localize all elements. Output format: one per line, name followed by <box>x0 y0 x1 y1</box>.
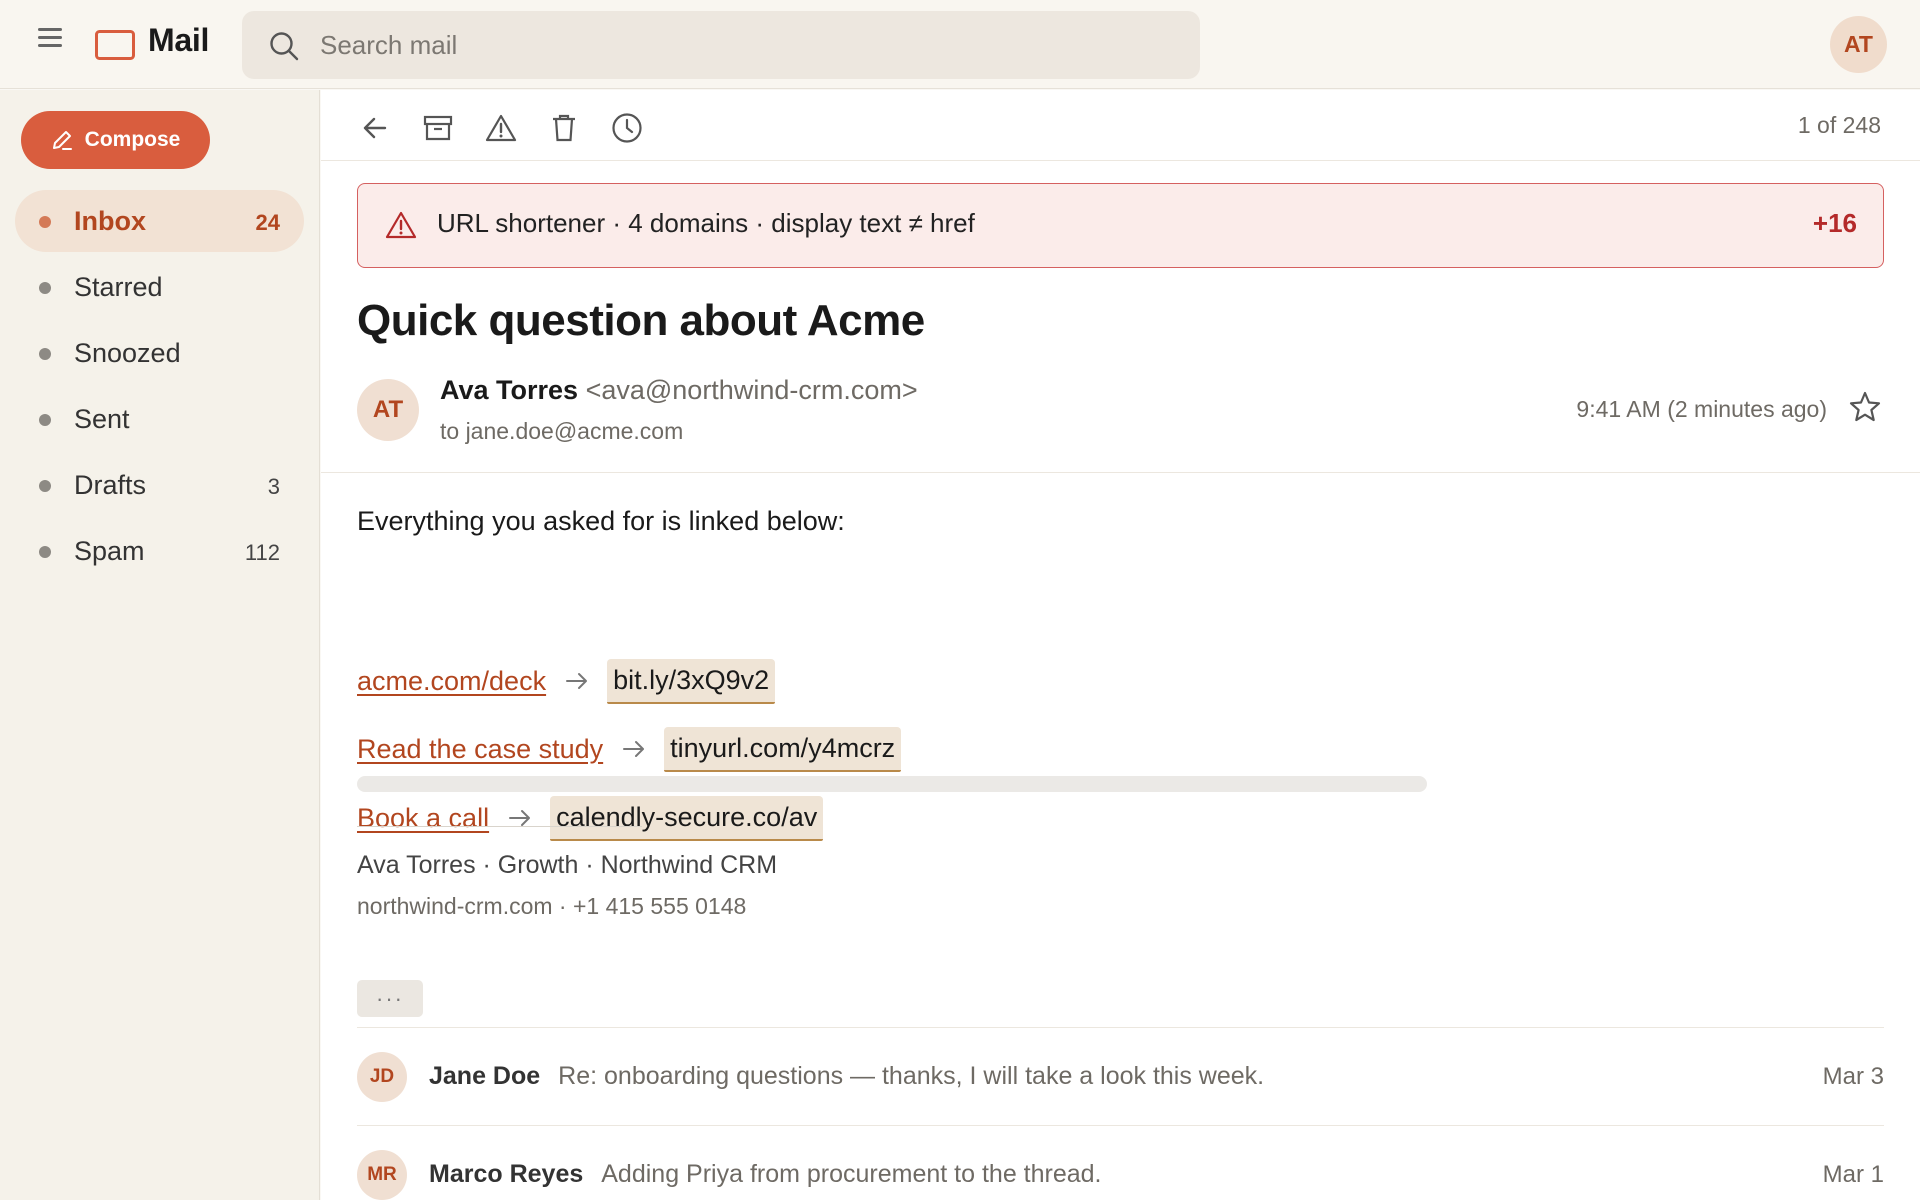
nav-dot <box>39 414 51 426</box>
sidebar-item-label: Drafts <box>74 470 147 500</box>
body-intro: Everything you asked for is linked below… <box>357 506 845 536</box>
message-view: 1 of 248 URL shortener · 4 domains · dis… <box>321 90 1920 1200</box>
star-icon[interactable] <box>1848 390 1882 424</box>
show-trimmed-content-button[interactable]: ··· <box>357 980 423 1017</box>
search-icon <box>270 32 299 61</box>
actual-href: tinyurl.com/y4mcrz <box>664 726 902 772</box>
thread-sender: Jane Doe <box>429 1062 541 1090</box>
sidebar-item-label: Starred <box>74 272 163 302</box>
spam-count: 112 <box>244 540 280 565</box>
arrow-right-icon <box>623 740 645 758</box>
link-row: Read the case study tinyurl.com/y4mcrz <box>357 724 902 774</box>
sidebar: Compose Inbox 24 Starred Snoozed Sent Dr… <box>0 90 320 1200</box>
menu-icon[interactable] <box>34 24 66 52</box>
body-link[interactable]: acme.com/deck <box>357 666 546 697</box>
nav-dot <box>39 480 51 492</box>
warning-text: URL shortener · 4 domains · display text… <box>437 208 975 238</box>
risk-score: +16 <box>1812 208 1857 238</box>
back-icon[interactable] <box>357 110 393 146</box>
sender-line: Ava Torres <ava@northwind-crm.com> <box>440 375 918 406</box>
body-link[interactable]: Read the case study <box>357 734 603 765</box>
thread-message-row[interactable]: JD Jane Doe Re: onboarding questions — th… <box>357 1047 1884 1107</box>
message-subject: Quick question about Acme <box>357 296 925 345</box>
snooze-clock-icon[interactable] <box>609 110 645 146</box>
nav-dot <box>39 282 51 294</box>
drafts-count: 3 <box>267 474 280 499</box>
divider <box>357 1027 1884 1028</box>
arrow-right-icon <box>509 809 531 827</box>
avatar: MR <box>357 1150 407 1200</box>
loading-placeholder-bar <box>357 776 1427 792</box>
signature-divider <box>357 826 642 827</box>
sidebar-item-label: Inbox <box>74 206 146 236</box>
arrow-right-icon <box>566 672 588 690</box>
sender-name: Ava Torres <box>440 375 579 405</box>
sidebar-item-spam[interactable]: Spam 112 <box>15 520 304 582</box>
sidebar-item-label: Snoozed <box>74 338 181 368</box>
body-link[interactable]: Book a call <box>357 803 489 834</box>
phishing-warning-banner: URL shortener · 4 domains · display text… <box>357 183 1884 268</box>
thread-summary: Jane Doe Re: onboarding questions — thank… <box>429 1062 1264 1091</box>
warning-icon <box>385 211 417 239</box>
thread-date: Mar 1 <box>1822 1161 1884 1188</box>
delete-icon[interactable] <box>546 110 582 146</box>
search-input[interactable] <box>320 25 1180 65</box>
link-row: acme.com/deck bit.ly/3xQ9v2 <box>357 656 776 706</box>
compose-button[interactable]: Compose <box>21 111 210 169</box>
thread-summary: Marco Reyes Adding Priya from procurement… <box>429 1160 1102 1189</box>
divider <box>321 472 1920 473</box>
app-title: Mail <box>148 22 210 58</box>
thread-snippet: Re: onboarding questions — thanks, I wil… <box>558 1062 1265 1090</box>
actual-href: bit.ly/3xQ9v2 <box>607 658 776 704</box>
sidebar-item-drafts[interactable]: Drafts 3 <box>15 454 304 516</box>
archive-icon[interactable] <box>420 110 456 146</box>
account-avatar[interactable]: AT <box>1830 16 1887 73</box>
sidebar-item-sent[interactable]: Sent <box>15 388 304 450</box>
recipient-line: to jane.doe@acme.com <box>440 418 684 444</box>
signature-line: Ava Torres · Growth · Northwind CRM <box>357 851 778 879</box>
link-row: Book a call calendly-secure.co/av <box>357 793 824 843</box>
thread-sender: Marco Reyes <box>429 1160 584 1188</box>
search-bar[interactable] <box>242 11 1200 79</box>
sender-email: <ava@northwind-crm.com> <box>585 375 918 405</box>
top-bar: Mail AT <box>0 0 1920 89</box>
nav-dot <box>39 216 51 228</box>
thread-snippet: Adding Priya from procurement to the thr… <box>601 1160 1102 1188</box>
sidebar-item-inbox[interactable]: Inbox 24 <box>15 190 304 252</box>
mail-logo-icon <box>95 30 135 60</box>
signature-contact: northwind-crm.com · +1 415 555 0148 <box>357 893 747 919</box>
report-spam-icon[interactable] <box>483 110 519 146</box>
sidebar-item-snoozed[interactable]: Snoozed <box>15 322 304 384</box>
divider <box>357 1125 1884 1126</box>
pencil-icon <box>52 131 72 150</box>
nav-dot <box>39 546 51 558</box>
nav-dot <box>39 348 51 360</box>
actual-href: calendly-secure.co/av <box>550 795 824 841</box>
message-toolbar: 1 of 248 <box>321 90 1920 161</box>
compose-label: Compose <box>84 128 181 151</box>
avatar: JD <box>357 1052 407 1102</box>
thread-date: Mar 3 <box>1822 1063 1884 1090</box>
pagination-count: 1 of 248 <box>1797 112 1881 138</box>
unread-count: 24 <box>255 210 280 235</box>
thread-message-row[interactable]: MR Marco Reyes Adding Priya from procurem… <box>357 1145 1884 1200</box>
sidebar-item-label: Sent <box>74 404 130 434</box>
sender-avatar: AT <box>357 379 419 441</box>
sidebar-item-starred[interactable]: Starred <box>15 256 304 318</box>
message-time: 9:41 AM (2 minutes ago) <box>1576 396 1827 422</box>
sidebar-item-label: Spam <box>74 536 145 566</box>
